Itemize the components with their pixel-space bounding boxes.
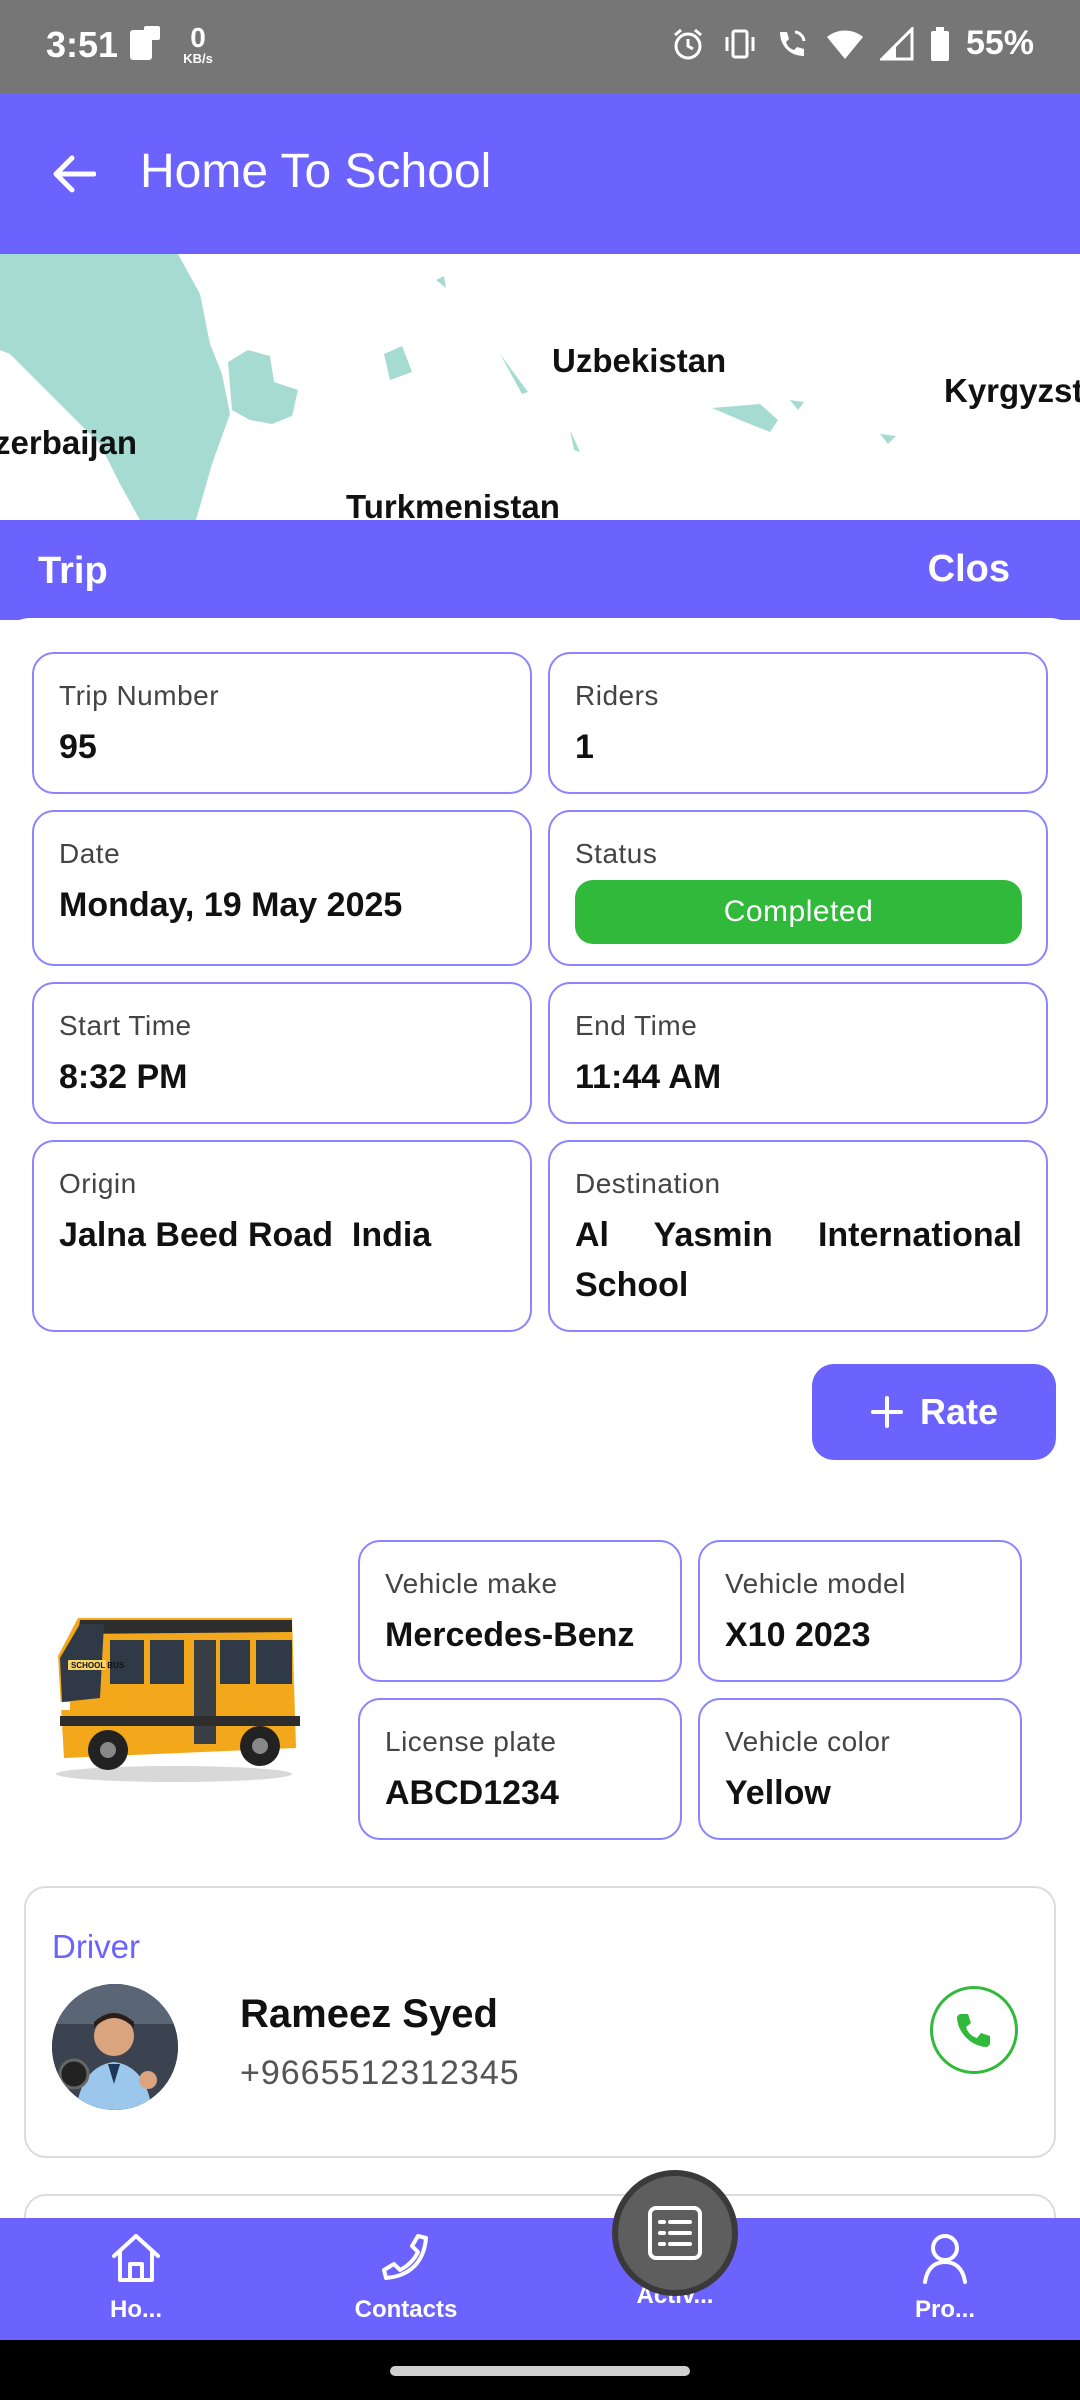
date-label: Date (59, 838, 121, 869)
close-button[interactable]: Clos (928, 548, 1010, 591)
nav-profile[interactable]: Pro... (865, 2228, 1025, 2324)
data-rate: 0 KB/s (183, 22, 213, 66)
vehicle-color-card: Vehicle color Yellow (698, 1698, 1022, 1840)
map-water (0, 254, 896, 520)
trip-number-card: Trip Number 95 (32, 652, 532, 794)
nav-profile-label: Pro... (914, 2296, 975, 2323)
vehicle-model-value: X10 2023 (725, 1616, 871, 1654)
map-label: zerbaijan (0, 424, 138, 461)
bottom-nav: Ho... Contacts Activ... Pro... (0, 2218, 1080, 2340)
vehicle-make-value: Mercedes-Benz (385, 1616, 635, 1654)
vehicle-color-label: Vehicle color (725, 1726, 891, 1757)
start-time-label: Start Time (59, 1010, 192, 1041)
riders-value: 1 (575, 728, 594, 766)
driver-photo (52, 1984, 178, 2110)
origin-card: Origin Jalna Beed Road India (32, 1140, 532, 1332)
start-time-card: Start Time 8:32 PM (32, 982, 532, 1124)
status-badge: Completed (575, 880, 1022, 944)
status-right-icons: 55% (670, 24, 1034, 63)
date-card: Date Monday, 19 May 2025 (32, 810, 532, 966)
alarm-icon (673, 28, 702, 59)
driver-card: Driver Rameez Syed +9665512312345 (24, 1886, 1056, 2158)
rate-label: Rate (919, 1391, 999, 1432)
home-icon (112, 2234, 160, 2282)
riders-card: Riders 1 (548, 652, 1048, 794)
driver-avatar (52, 1984, 178, 2110)
license-plate-label: License plate (385, 1726, 557, 1757)
arrow-left-icon (53, 155, 96, 193)
phone-card-icon (130, 26, 160, 60)
driver-name: Rameez Syed (240, 1992, 498, 2036)
license-plate-value: ABCD1234 (385, 1774, 559, 1812)
map-label: Turkmenistan (346, 488, 560, 520)
vibrate-icon (725, 29, 755, 58)
nav-home[interactable]: Ho... (56, 2228, 216, 2324)
driver-section-label: Driver (52, 1928, 140, 1965)
end-time-value: 11:44 AM (575, 1058, 722, 1096)
activity-fab[interactable] (612, 2170, 738, 2296)
trip-sheet-header: Trip Clos (0, 520, 1080, 620)
bus-sign: SCHOOL BUS (71, 1661, 125, 1670)
wifi-icon (826, 29, 863, 59)
battery-icon (930, 26, 949, 61)
app-bar: Home To School (0, 94, 1080, 254)
home-gesture-handle[interactable] (390, 2366, 690, 2376)
origin-label: Origin (59, 1168, 137, 1199)
vehicle-model-card: Vehicle model X10 2023 (698, 1540, 1022, 1682)
destination-label: Destination (575, 1168, 721, 1199)
plus-icon (870, 1396, 903, 1428)
battery-percent: 55% (965, 24, 1034, 62)
map-label: Uzbekistan (552, 342, 727, 379)
status-card: Status Completed (548, 810, 1048, 966)
vehicle-color-value: Yellow (725, 1774, 831, 1812)
trip-number-value: 95 (59, 728, 97, 766)
signal-icon (879, 26, 914, 60)
origin-value: Jalna Beed Road India (59, 1216, 432, 1254)
vehicle-make-label: Vehicle make (385, 1568, 558, 1599)
vehicle-model-label: Vehicle model (725, 1568, 906, 1599)
driver-phone: +9665512312345 (240, 2054, 520, 2092)
school-bus-image: SCHOOL BUS (56, 1618, 300, 1782)
status-time: 3:51 (46, 24, 119, 65)
nav-contacts-label: Contacts (354, 2296, 458, 2323)
license-plate-card: License plate ABCD1234 (358, 1698, 682, 1840)
map-label: Kyrgyzst (944, 372, 1080, 409)
sheet-title: Trip (38, 550, 108, 592)
nav-contacts[interactable]: Contacts (326, 2228, 486, 2324)
page-title: Home To School (140, 145, 492, 198)
map-view[interactable]: Uzbekistan Kyrgyzst zerbaijan Turkmenist… (0, 254, 1080, 520)
phone-icon (957, 2014, 990, 2047)
start-time-value: 8:32 PM (59, 1058, 188, 1096)
destination-value: Al Yasmin International School (575, 1216, 1022, 1304)
back-button[interactable] (44, 144, 104, 204)
person-icon (923, 2234, 967, 2284)
trip-number-label: Trip Number (59, 680, 220, 711)
end-time-label: End Time (575, 1010, 698, 1041)
status-left-icons (128, 24, 164, 64)
date-value: Monday, 19 May 2025 (59, 886, 403, 924)
status-label: Status (575, 838, 658, 869)
list-icon (648, 2206, 702, 2260)
wifi-call-icon (779, 30, 806, 56)
end-time-card: End Time 11:44 AM (548, 982, 1048, 1124)
destination-card: Destination Al Yasmin International Scho… (548, 1140, 1048, 1332)
gesture-bar (0, 2340, 1080, 2400)
call-driver-button[interactable] (930, 1986, 1018, 2074)
rate-button[interactable]: Rate (812, 1364, 1056, 1460)
status-bar: 3:51 0 KB/s 55% (0, 0, 1080, 94)
phone-icon (382, 2234, 428, 2280)
vehicle-make-card: Vehicle make Mercedes-Benz (358, 1540, 682, 1682)
riders-label: Riders (575, 680, 659, 711)
nav-home-label: Ho... (110, 2296, 162, 2323)
